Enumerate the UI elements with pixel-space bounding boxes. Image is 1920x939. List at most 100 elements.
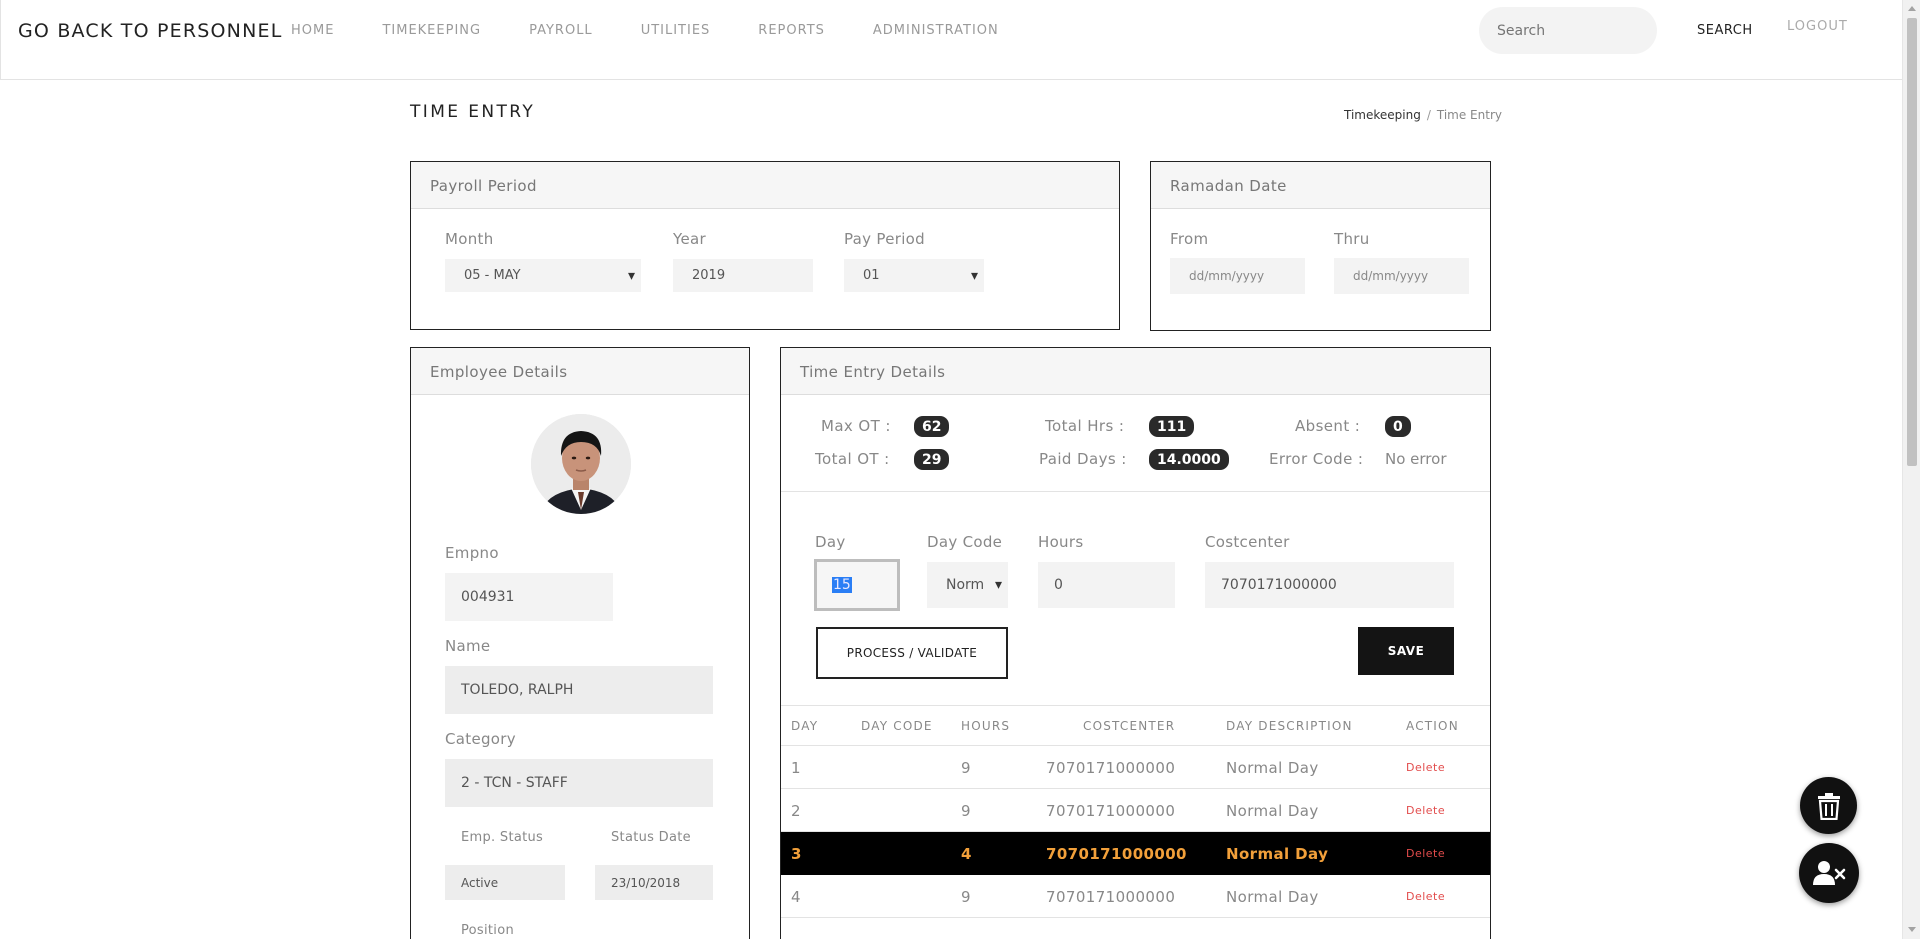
month-select-value: 05 - MAY	[464, 268, 521, 283]
cell-day: 3	[791, 845, 802, 863]
scroll-up-icon[interactable]	[1908, 6, 1916, 11]
cell-costcenter: 7070171000000	[1046, 802, 1176, 820]
pay-period-select[interactable]: 01	[844, 259, 984, 292]
category-field: 2 - TCN - STAFF	[445, 759, 713, 807]
category-value: 2 - TCN - STAFF	[461, 775, 568, 791]
costcenter-input[interactable]: 7070171000000	[1205, 562, 1454, 608]
trash-icon	[1817, 792, 1840, 820]
position-label: Position	[461, 923, 515, 938]
breadcrumb-separator: /	[1426, 108, 1431, 122]
nav-home[interactable]: HOME	[291, 23, 334, 38]
cell-hours: 9	[961, 888, 971, 906]
cell-description: Normal Day	[1226, 759, 1319, 777]
total-ot-label: Total OT :	[815, 450, 890, 468]
month-select[interactable]: 05 - MAY	[445, 259, 641, 292]
delete-fab-button[interactable]	[1800, 777, 1857, 834]
user-remove-icon	[1813, 861, 1846, 885]
stats-divider	[781, 491, 1490, 492]
table-row[interactable]: 1 9 7070171000000 Normal Day Delete	[781, 746, 1490, 789]
total-hrs-badge: 111	[1149, 416, 1195, 437]
delete-link[interactable]: Delete	[1406, 847, 1445, 860]
table-row[interactable]: 4 9 7070171000000 Normal Day Delete	[781, 875, 1490, 918]
status-date-field: 23/10/2018	[595, 865, 713, 900]
error-code-label: Error Code :	[1269, 450, 1364, 468]
logout-link[interactable]: LOGOUT	[1787, 19, 1848, 34]
search-input[interactable]	[1479, 7, 1657, 54]
paid-days-badge: 14.0000	[1149, 449, 1229, 470]
max-ot-label: Max OT :	[821, 417, 891, 435]
delete-link[interactable]: Delete	[1406, 890, 1445, 903]
hours-input[interactable]: 0	[1038, 562, 1175, 608]
day-input[interactable]: 15	[814, 559, 900, 611]
total-hrs-label: Total Hrs :	[1045, 417, 1125, 435]
category-label: Category	[445, 730, 516, 748]
ramadan-date-panel: Ramadan Date From dd/mm/yyyy Thru dd/mm/…	[1150, 161, 1491, 331]
search-button[interactable]: SEARCH	[1697, 23, 1753, 38]
cell-costcenter: 7070171000000	[1046, 888, 1176, 906]
process-validate-button[interactable]: PROCESS / VALIDATE	[816, 627, 1008, 679]
cell-hours: 4	[961, 845, 972, 863]
payroll-period-panel: Payroll Period Month 05 - MAY Year 2019 …	[410, 161, 1120, 330]
nav-reports[interactable]: REPORTS	[758, 23, 825, 38]
col-costcenter: COSTCENTER	[1083, 719, 1176, 733]
back-to-personnel-link[interactable]: GO BACK TO PERSONNEL	[18, 20, 282, 42]
ramadan-thru-input[interactable]: dd/mm/yyyy	[1334, 258, 1469, 294]
nav-timekeeping[interactable]: TIMEKEEPING	[382, 23, 481, 38]
emp-status-field: Active	[445, 865, 565, 900]
name-field: TOLEDO, RALPH	[445, 666, 713, 714]
col-day-code: DAY CODE	[861, 719, 933, 733]
hours-value: 0	[1054, 577, 1063, 593]
day-input-value: 15	[832, 577, 852, 593]
cell-description: Normal Day	[1226, 802, 1319, 820]
ramadan-from-label: From	[1170, 230, 1209, 248]
paid-days-label: Paid Days :	[1039, 450, 1127, 468]
status-date-value: 23/10/2018	[611, 875, 681, 890]
col-day-description: DAY DESCRIPTION	[1226, 719, 1353, 733]
emp-status-value: Active	[461, 875, 499, 890]
year-input[interactable]: 2019	[673, 259, 813, 292]
hours-label: Hours	[1038, 533, 1084, 551]
breadcrumb: Timekeeping / Time Entry	[1344, 108, 1502, 122]
col-action: ACTION	[1406, 719, 1459, 733]
cell-costcenter: 7070171000000	[1046, 845, 1187, 863]
main-nav: HOME TIMEKEEPING PAYROLL UTILITIES REPOR…	[291, 23, 1047, 38]
remove-user-fab-button[interactable]	[1799, 843, 1859, 903]
ramadan-date-heading: Ramadan Date	[1151, 162, 1490, 209]
save-button[interactable]: SAVE	[1358, 627, 1454, 675]
ramadan-from-placeholder: dd/mm/yyyy	[1189, 269, 1265, 283]
employee-photo	[531, 414, 631, 514]
empno-value: 004931	[461, 589, 515, 605]
total-ot-badge: 29	[914, 449, 950, 470]
cell-costcenter: 7070171000000	[1046, 759, 1176, 777]
empno-input[interactable]: 004931	[445, 573, 613, 621]
delete-link[interactable]: Delete	[1406, 804, 1445, 817]
name-value: TOLEDO, RALPH	[461, 682, 574, 698]
nav-administration[interactable]: ADMINISTRATION	[873, 23, 999, 38]
error-code-value: No error	[1385, 450, 1447, 468]
time-entry-panel: Time Entry Details Max OT : 62 Total Hrs…	[780, 347, 1491, 939]
top-navbar: GO BACK TO PERSONNEL HOME TIMEKEEPING PA…	[0, 0, 1902, 80]
col-day: DAY	[791, 719, 819, 733]
nav-payroll[interactable]: PAYROLL	[529, 23, 593, 38]
table-row-selected[interactable]: 3 4 7070171000000 Normal Day Delete	[781, 832, 1490, 875]
vertical-scrollbar[interactable]	[1902, 0, 1920, 939]
delete-link[interactable]: Delete	[1406, 761, 1445, 774]
col-hours: HOURS	[961, 719, 1011, 733]
max-ot-badge: 62	[914, 416, 950, 437]
ramadan-thru-placeholder: dd/mm/yyyy	[1353, 269, 1429, 283]
pay-period-select-value: 01	[863, 268, 880, 283]
status-date-label: Status Date	[611, 830, 691, 845]
cell-day: 2	[791, 802, 801, 820]
cell-hours: 9	[961, 759, 971, 777]
costcenter-label: Costcenter	[1205, 533, 1290, 551]
year-input-value: 2019	[692, 268, 726, 283]
pay-period-label: Pay Period	[844, 230, 925, 248]
day-code-select[interactable]: Norm	[927, 562, 1008, 608]
scrollbar-thumb[interactable]	[1907, 18, 1917, 466]
ramadan-from-input[interactable]: dd/mm/yyyy	[1170, 258, 1305, 294]
nav-utilities[interactable]: UTILITIES	[641, 23, 711, 38]
breadcrumb-timekeeping[interactable]: Timekeeping	[1344, 108, 1421, 122]
cell-description: Normal Day	[1226, 845, 1329, 863]
table-row[interactable]: 2 9 7070171000000 Normal Day Delete	[781, 789, 1490, 832]
scroll-down-icon[interactable]	[1908, 927, 1916, 932]
